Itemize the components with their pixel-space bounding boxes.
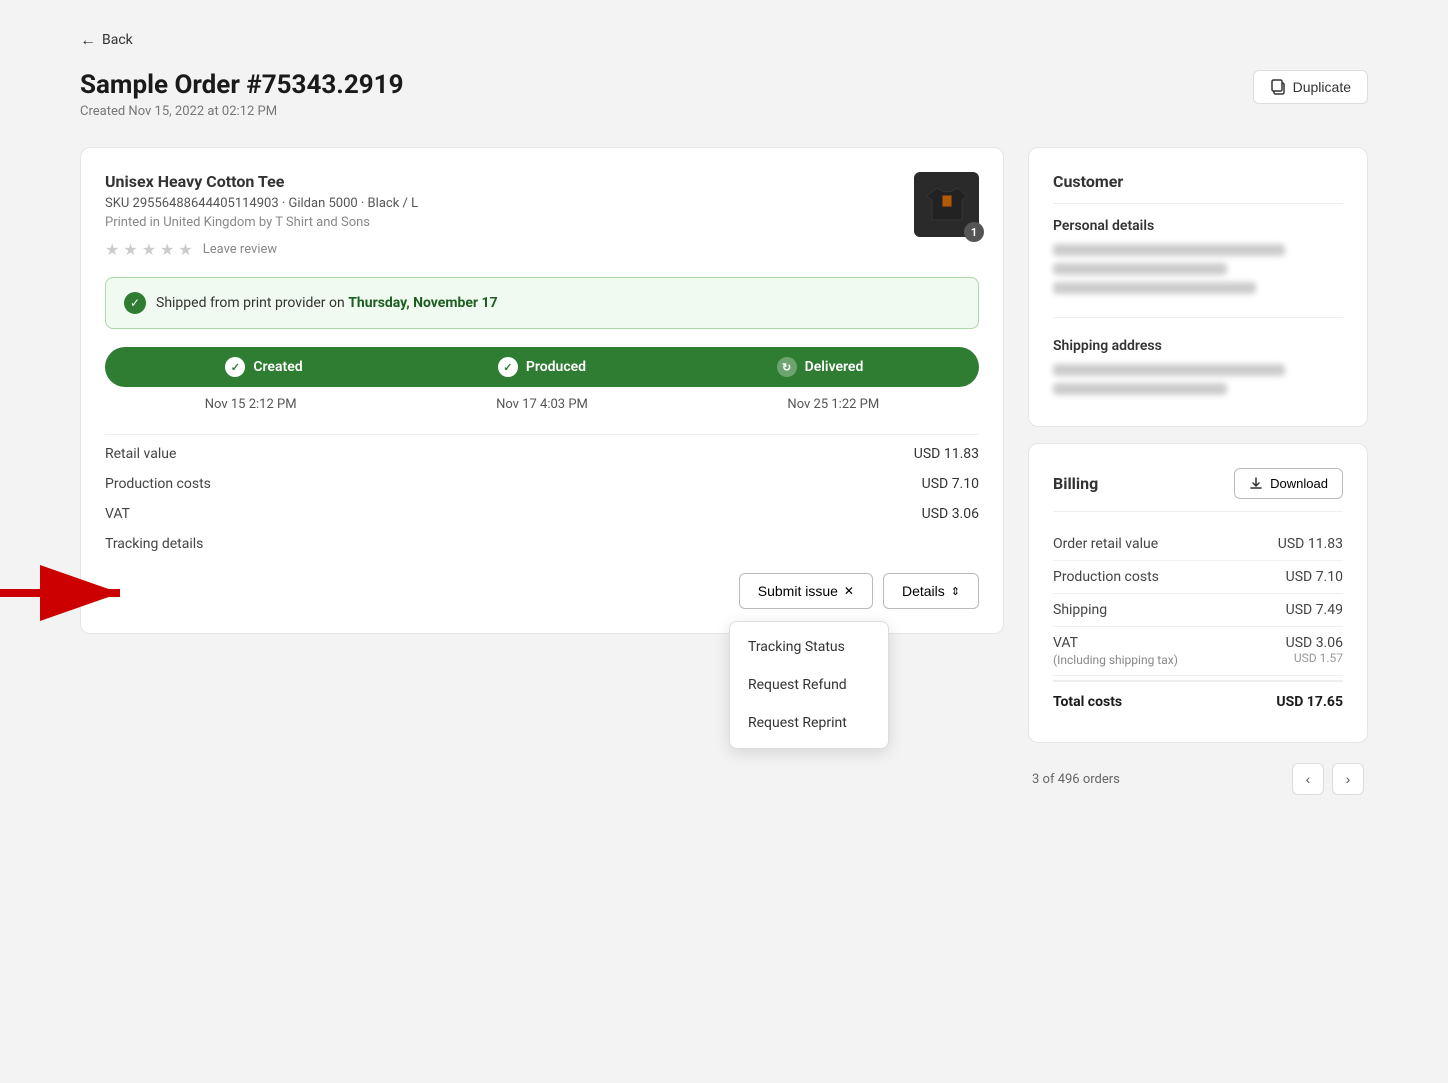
cost-retail: Retail value USD 11.83 — [105, 439, 979, 469]
shipping-address-section: Shipping address — [1053, 338, 1343, 395]
date-delivered: Nov 25 1:22 PM — [688, 397, 979, 412]
cost-production: Production costs USD 7.10 — [105, 469, 979, 499]
billing-row-vat: VAT (Including shipping tax) USD 3.06 US… — [1053, 627, 1343, 676]
personal-detail-line-1 — [1053, 244, 1285, 256]
dropdown-item-tracking[interactable]: Tracking Status — [730, 628, 888, 666]
product-card: Unisex Heavy Cotton Tee SKU 295564886444… — [80, 147, 1004, 634]
progress-dates: Nov 15 2:12 PM Nov 17 4:03 PM Nov 25 1:2… — [105, 397, 979, 412]
dropdown-item-reprint[interactable]: Request Reprint — [730, 704, 888, 742]
product-header: Unisex Heavy Cotton Tee SKU 295564886444… — [105, 172, 979, 259]
duplicate-button[interactable]: Duplicate — [1253, 70, 1368, 104]
rating-stars: ★ ★ ★ ★ ★ Leave review — [105, 240, 914, 259]
duplicate-icon — [1270, 79, 1286, 95]
download-icon — [1249, 477, 1263, 491]
red-arrow-indicator — [0, 563, 135, 627]
product-info: Unisex Heavy Cotton Tee SKU 295564886444… — [105, 172, 914, 259]
star-3: ★ — [142, 240, 156, 259]
personal-detail-line-3 — [1053, 282, 1256, 294]
leave-review-link[interactable]: Leave review — [203, 242, 277, 257]
product-sku: SKU 29556488644405114903 · Gildan 5000 ·… — [105, 196, 914, 211]
customer-section-title: Customer — [1053, 172, 1343, 204]
shipped-text: Shipped from print provider on Thursday,… — [156, 295, 498, 311]
shipped-check-icon: ✓ — [124, 292, 146, 314]
actions-row: Submit issue ✕ Details ⇕ Tracking Status… — [105, 573, 979, 609]
billing-title: Billing — [1053, 474, 1098, 493]
order-title: Sample Order #75343.2919 — [80, 70, 404, 100]
step-delivered: ↻ Delivered — [681, 357, 959, 377]
quantity-badge: 1 — [964, 222, 984, 242]
back-arrow-icon: ← — [80, 30, 96, 50]
billing-card: Billing Download Order retail value USD … — [1028, 443, 1368, 743]
shipped-banner: ✓ Shipped from print provider on Thursda… — [105, 277, 979, 329]
order-date: Created Nov 15, 2022 at 02:12 PM — [80, 104, 404, 119]
details-chevron-icon: ⇕ — [951, 585, 960, 598]
star-2: ★ — [123, 240, 137, 259]
progress-bar: ✓ Created ✓ Produced ↻ Delivered — [105, 347, 979, 387]
step-produced: ✓ Produced — [403, 357, 681, 377]
personal-details-title: Personal details — [1053, 218, 1343, 234]
pagination-prev-button[interactable]: ‹ — [1292, 763, 1324, 795]
red-arrow-svg — [0, 563, 135, 623]
submit-icon: ✕ — [844, 584, 854, 598]
download-button[interactable]: Download — [1234, 468, 1343, 499]
personal-details-section: Personal details — [1053, 218, 1343, 318]
product-name: Unisex Heavy Cotton Tee — [105, 172, 914, 191]
billing-row-total: Total costs USD 17.65 — [1053, 680, 1343, 718]
delivered-spin-icon: ↻ — [777, 357, 797, 377]
shipping-line-2 — [1053, 383, 1227, 395]
back-button[interactable]: ← Back — [80, 30, 133, 50]
product-image-wrap: 1 — [914, 172, 979, 237]
pagination: 3 of 496 orders ‹ › — [1028, 763, 1368, 795]
submit-issue-button[interactable]: Submit issue ✕ — [739, 573, 873, 609]
billing-row-retail: Order retail value USD 11.83 — [1053, 528, 1343, 561]
star-1: ★ — [105, 240, 119, 259]
cost-vat: VAT USD 3.06 — [105, 499, 979, 529]
page-header: Sample Order #75343.2919 Created Nov 15,… — [80, 70, 1368, 119]
step-created: ✓ Created — [125, 357, 403, 377]
pagination-next-button[interactable]: › — [1332, 763, 1364, 795]
right-column: Customer Personal details Shipping addre… — [1028, 147, 1368, 795]
left-column: Unisex Heavy Cotton Tee SKU 295564886444… — [80, 147, 1004, 650]
created-check-icon: ✓ — [225, 357, 245, 377]
billing-header: Billing Download — [1053, 468, 1343, 512]
cost-tracking: Tracking details — [105, 529, 979, 559]
billing-row-production: Production costs USD 7.10 — [1053, 561, 1343, 594]
pagination-info: 3 of 496 orders — [1032, 772, 1120, 787]
back-label: Back — [102, 32, 133, 48]
customer-card: Customer Personal details Shipping addre… — [1028, 147, 1368, 427]
shipping-address-title: Shipping address — [1053, 338, 1343, 354]
product-printed-by: Printed in United Kingdom by T Shirt and… — [105, 215, 914, 230]
shipping-line-1 — [1053, 364, 1285, 376]
billing-row-shipping: Shipping USD 7.49 — [1053, 594, 1343, 627]
details-button[interactable]: Details ⇕ — [883, 573, 979, 609]
star-5: ★ — [178, 240, 192, 259]
date-created: Nov 15 2:12 PM — [105, 397, 396, 412]
date-produced: Nov 17 4:03 PM — [396, 397, 687, 412]
submit-issue-dropdown: Tracking Status Request Refund Request R… — [729, 621, 889, 749]
dropdown-item-refund[interactable]: Request Refund — [730, 666, 888, 704]
personal-detail-line-2 — [1053, 263, 1227, 275]
star-4: ★ — [160, 240, 174, 259]
cost-divider-top — [105, 434, 979, 435]
produced-check-icon: ✓ — [498, 357, 518, 377]
main-layout: Unisex Heavy Cotton Tee SKU 295564886444… — [80, 147, 1368, 795]
order-info: Sample Order #75343.2919 Created Nov 15,… — [80, 70, 404, 119]
tshirt-icon — [922, 180, 972, 230]
pagination-buttons: ‹ › — [1292, 763, 1364, 795]
